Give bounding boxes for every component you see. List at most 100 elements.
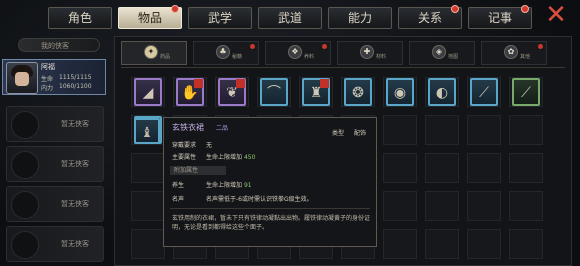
empty-slot-label: 暂无侠客 [61, 240, 89, 248]
tab-label: 武道 [277, 11, 302, 25]
tooltip-type-value: 配饰 [354, 130, 367, 137]
roster-empty-slot[interactable]: 暂无侠客 [6, 186, 104, 222]
category-tab[interactable]: ✚ 材料 [337, 41, 403, 65]
staff-item[interactable]: ⟋ [470, 78, 498, 106]
tab-abilities[interactable]: 能力 [328, 7, 392, 29]
inventory-slot[interactable] [509, 229, 543, 259]
notify-dot [538, 44, 543, 49]
inventory-slot[interactable] [467, 153, 501, 183]
tab-journal[interactable]: 记事 [468, 5, 532, 29]
tab-label: 角色 [67, 11, 92, 25]
new-badge [194, 79, 203, 88]
item-icon: ◐ [435, 85, 449, 101]
tooltip-extra-value: 生命上限增加 91 [206, 180, 252, 189]
eye-item[interactable]: ◉ [386, 78, 414, 106]
inventory-slot[interactable] [425, 191, 459, 221]
potion-icon: ♣ [216, 45, 230, 59]
inventory-slot[interactable] [383, 191, 417, 221]
inventory-slot[interactable] [425, 229, 459, 259]
roster-empty-slot[interactable]: 暂无侠客 [6, 106, 104, 142]
game-window: 角色 物品 武学 武道 能力 关系 记事 ✕ 我的侠客 阿福 生命 1115/1… [0, 0, 580, 266]
main-stat-text: 生命上限增加 [206, 154, 243, 161]
category-label: 其他 [520, 54, 531, 60]
tooltip-fame-key: 名声 [172, 196, 185, 203]
inventory-slot[interactable] [131, 229, 165, 259]
tab-label: 物品 [137, 11, 162, 25]
item-icon: ◢ [142, 85, 154, 101]
item-icon: ⟋ [479, 85, 489, 101]
item-icon: ⟋ [521, 85, 531, 101]
roster-empty-slot[interactable]: 暂无侠客 [6, 146, 104, 182]
category-tab[interactable]: ✦ 药品 [121, 41, 187, 65]
category-tab[interactable]: ✿ 其他 [481, 41, 547, 65]
inventory-slot[interactable] [509, 153, 543, 183]
tab-martial-arts[interactable]: 武学 [188, 7, 252, 29]
category-tab[interactable]: ◈ 地图 [409, 41, 475, 65]
inventory-slot[interactable] [425, 115, 459, 145]
beads-item[interactable]: ❂ [344, 78, 372, 106]
inventory-slot[interactable] [425, 153, 459, 183]
inventory-slot[interactable] [383, 115, 417, 145]
inventory-slot[interactable] [467, 229, 501, 259]
roster-character-selected[interactable]: 阿福 生命 1115/1115 内力 1060/1100 [2, 59, 106, 95]
category-label: 养料 [304, 54, 315, 60]
category-tab[interactable]: ❖ 养料 [265, 41, 331, 65]
sword-item[interactable]: ⟋ [512, 78, 540, 106]
close-icon[interactable]: ✕ [544, 2, 568, 28]
hp-label: 生命 [41, 76, 54, 83]
inventory-slot[interactable] [509, 191, 543, 221]
avatar [6, 62, 38, 94]
item-icon: ❂ [352, 85, 364, 101]
inventory-slot[interactable] [383, 153, 417, 183]
tab-relations[interactable]: 关系 [398, 5, 462, 29]
gourd-icon: ❖ [288, 45, 302, 59]
tooltip-quality: 二品 [216, 125, 229, 132]
bag-icon: ✦ [144, 45, 158, 59]
category-tab[interactable]: ♣ 秘籍 [193, 41, 259, 65]
tab-label: 记事 [487, 11, 512, 25]
roster-panel: 我的侠客 阿福 生命 1115/1115 内力 1060/1100 暂无侠客 暂… [0, 36, 108, 264]
tab-character[interactable]: 角色 [48, 7, 112, 29]
stone-item[interactable]: ◢ [134, 78, 162, 106]
tooltip-description: 玄铁用制的衣裙，暂未下只有铁律动凝黏出出物。履铁律动凝黄子的身份证明，无论是看到… [172, 215, 371, 231]
category-label: 材料 [376, 54, 387, 60]
inventory-slot[interactable] [131, 191, 165, 221]
tooltip-main-key: 主要属性 [172, 154, 197, 161]
hp-value: 1115/1115 [59, 74, 92, 81]
bundle-icon: ✚ [360, 45, 374, 59]
tab-martial-way[interactable]: 武道 [258, 7, 322, 29]
inventory-slot[interactable] [383, 229, 417, 259]
top-tab-bar: 角色 物品 武学 武道 能力 关系 记事 [48, 5, 532, 29]
notify-dot [521, 5, 529, 13]
notify-dot [250, 44, 255, 49]
divider [121, 67, 565, 68]
inventory-slot[interactable] [467, 191, 501, 221]
roster-empty-slot[interactable]: 暂无侠客 [6, 226, 104, 262]
leaf-item[interactable]: ❦ [218, 78, 246, 106]
armor-item[interactable]: ♜ [302, 78, 330, 106]
category-label: 秘籍 [232, 54, 243, 60]
ip-label: 内力 [41, 85, 54, 92]
main-stat-number: 450 [243, 154, 256, 161]
tooltip-title: 玄铁衣裙 [172, 123, 204, 132]
item-icon: ◉ [393, 85, 407, 101]
divider [170, 208, 370, 209]
map-icon: ◈ [432, 45, 446, 59]
tab-items[interactable]: 物品 [118, 5, 182, 29]
tooltip-main-value: 生命上限增加 450 [206, 152, 255, 161]
tooltip-section-header: 附加属性 [170, 166, 226, 175]
tooltip-extra-key: 养生 [172, 182, 185, 189]
empty-slot-label: 暂无侠客 [61, 120, 89, 128]
fan-item[interactable]: ⌒ [260, 78, 288, 106]
notify-dot [451, 5, 459, 13]
notify-dot [322, 44, 327, 49]
orb-item[interactable]: ◐ [428, 78, 456, 106]
inventory-slot[interactable] [509, 115, 543, 145]
ip-value: 1060/1100 [59, 83, 92, 90]
inventory-slot[interactable] [467, 115, 501, 145]
inventory-slot[interactable] [131, 153, 165, 183]
glove-item[interactable]: ✋ [176, 78, 204, 106]
item-icon: ⌒ [267, 85, 281, 101]
tab-label: 能力 [347, 11, 372, 25]
notify-dot [171, 5, 179, 13]
